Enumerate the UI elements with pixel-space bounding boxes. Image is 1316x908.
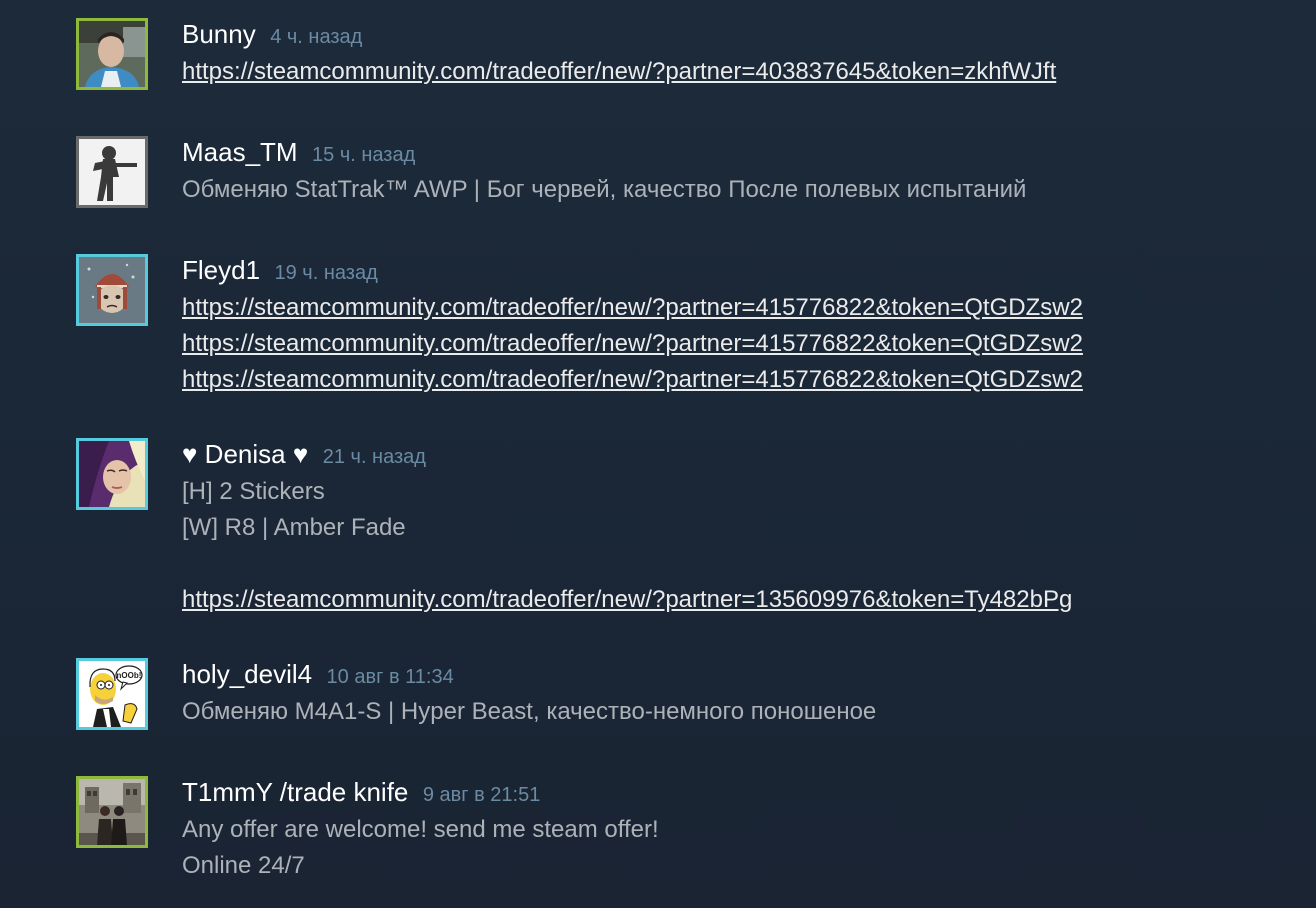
trade-offer-link[interactable]: https://steamcommunity.com/tradeoffer/ne… bbox=[182, 58, 1056, 85]
comment-body: ♥ Denisa ♥ 21 ч. назад [H] 2 Stickers [W… bbox=[182, 438, 1282, 618]
comment-header: Fleyd1 19 ч. назад bbox=[182, 254, 1282, 286]
comment-body: holy_devil4 10 авг в 11:34 Обменяю M4A1-… bbox=[182, 658, 1282, 730]
comment-timestamp: 19 ч. назад bbox=[274, 262, 378, 284]
comment-line: Обменяю M4A1-S | Hyper Beast, качество-н… bbox=[182, 698, 877, 725]
avatar-photo-man-icon bbox=[79, 21, 145, 87]
avatar-grumpy-cat-icon bbox=[79, 257, 145, 323]
comment-text: Обменяю M4A1-S | Hyper Beast, качество-н… bbox=[182, 694, 1282, 730]
comment-author-link[interactable]: holy_devil4 bbox=[182, 659, 312, 689]
comment-line bbox=[182, 546, 1282, 582]
comment-timestamp: 10 авг в 11:34 bbox=[326, 666, 454, 688]
comment-timestamp: 21 ч. назад bbox=[322, 446, 426, 468]
comment-line: [H] 2 Stickers bbox=[182, 478, 325, 505]
comment-header: ♥ Denisa ♥ 21 ч. назад bbox=[182, 438, 1282, 470]
comment-header: holy_devil4 10 авг в 11:34 bbox=[182, 658, 1282, 690]
comment-text: [H] 2 Stickers [W] R8 | Amber Fade https… bbox=[182, 474, 1282, 618]
trade-offer-link[interactable]: https://steamcommunity.com/tradeoffer/ne… bbox=[182, 586, 1072, 613]
comment-body: Maas_TM 15 ч. назад Обменяю StatTrak™ AW… bbox=[182, 136, 1282, 208]
comment-author-link[interactable]: Bunny bbox=[182, 19, 256, 49]
avatar[interactable] bbox=[76, 254, 148, 326]
comment-line: https://steamcommunity.com/tradeoffer/ne… bbox=[182, 54, 1282, 90]
comment-body: T1mmY /trade knife 9 авг в 21:51 Any off… bbox=[182, 776, 1282, 884]
comment-body: Bunny 4 ч. назад https://steamcommunity.… bbox=[182, 18, 1282, 90]
comment-line: Any offer are welcome! send me steam off… bbox=[182, 816, 659, 843]
comment-header: Maas_TM 15 ч. назад bbox=[182, 136, 1282, 168]
avatar[interactable] bbox=[76, 438, 148, 510]
comment-line: Online 24/7 bbox=[182, 852, 305, 879]
comment-timestamp: 15 ч. назад bbox=[312, 144, 416, 166]
comment-line: [W] R8 | Amber Fade bbox=[182, 514, 406, 541]
comment-author-link[interactable]: T1mmY /trade knife bbox=[182, 777, 408, 807]
comment-line: Обменяю StatTrak™ AWP | Бог червей, каче… bbox=[182, 176, 1027, 203]
comment-line: https://steamcommunity.com/tradeoffer/ne… bbox=[182, 290, 1282, 326]
comment-text: https://steamcommunity.com/tradeoffer/ne… bbox=[182, 290, 1282, 398]
comment-author-link[interactable]: Maas_TM bbox=[182, 137, 298, 167]
comment-thread: Bunny 4 ч. назад https://steamcommunity.… bbox=[0, 0, 1316, 908]
comment-text: Обменяю StatTrak™ AWP | Бог червей, каче… bbox=[182, 172, 1282, 208]
comment-header: Bunny 4 ч. назад bbox=[182, 18, 1282, 50]
comment-timestamp: 4 ч. назад bbox=[270, 26, 363, 48]
comment-line: https://steamcommunity.com/tradeoffer/ne… bbox=[182, 362, 1282, 398]
comment-author-link[interactable]: ♥ Denisa ♥ bbox=[182, 439, 308, 469]
avatar[interactable] bbox=[76, 136, 148, 208]
comment-line: https://steamcommunity.com/tradeoffer/ne… bbox=[182, 582, 1282, 618]
avatar-homer-cartoon-icon: nOOb! bbox=[79, 661, 145, 727]
avatar-soldier-silhouette-icon bbox=[79, 139, 145, 205]
avatar-speech-text: nOOb! bbox=[117, 671, 142, 680]
avatar[interactable]: nOOb! bbox=[76, 658, 148, 730]
avatar-photo-girl-icon bbox=[79, 441, 145, 507]
comment-header: T1mmY /trade knife 9 авг в 21:51 bbox=[182, 776, 1282, 808]
comment-body: Fleyd1 19 ч. назад https://steamcommunit… bbox=[182, 254, 1282, 398]
comment-text: Any offer are welcome! send me steam off… bbox=[182, 812, 1282, 884]
comment-timestamp: 9 авг в 21:51 bbox=[422, 784, 541, 806]
comment-line: https://steamcommunity.com/tradeoffer/ne… bbox=[182, 326, 1282, 362]
avatar[interactable] bbox=[76, 776, 148, 848]
trade-offer-link[interactable]: https://steamcommunity.com/tradeoffer/ne… bbox=[182, 294, 1083, 321]
trade-offer-link[interactable]: https://steamcommunity.com/tradeoffer/ne… bbox=[182, 330, 1083, 357]
avatar[interactable] bbox=[76, 18, 148, 90]
trade-offer-link[interactable]: https://steamcommunity.com/tradeoffer/ne… bbox=[182, 366, 1083, 393]
avatar-photo-couple-icon bbox=[79, 779, 145, 845]
comment-author-link[interactable]: Fleyd1 bbox=[182, 255, 260, 285]
comment-text: https://steamcommunity.com/tradeoffer/ne… bbox=[182, 54, 1282, 90]
